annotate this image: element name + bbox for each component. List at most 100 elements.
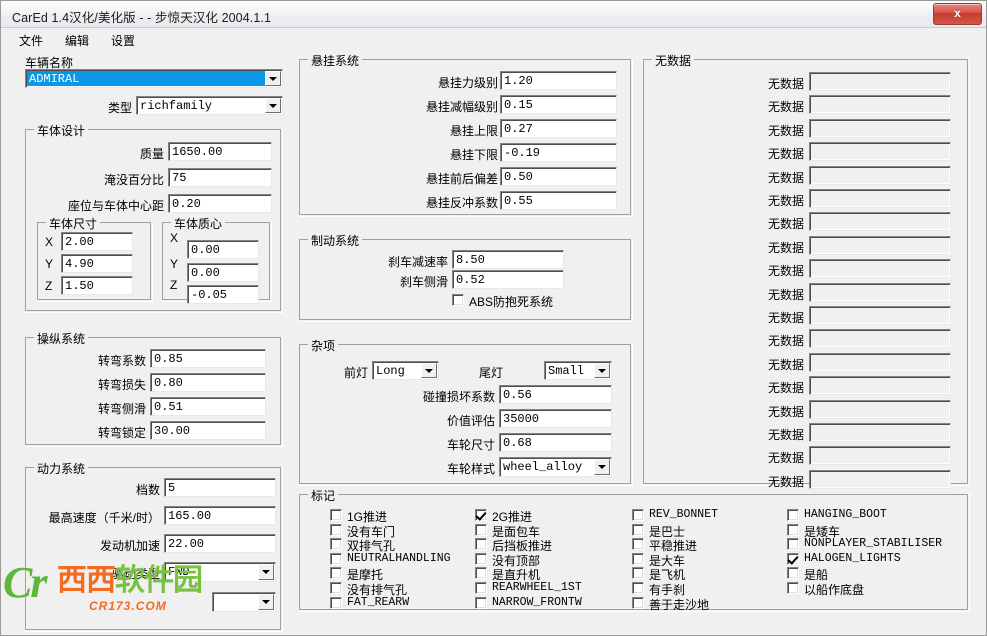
nodata-field-0[interactable]: [809, 72, 951, 91]
dim-y-field[interactable]: 4.90: [61, 254, 133, 273]
engine-accel-field[interactable]: 22.00: [164, 534, 276, 553]
checkbox-box[interactable]: [632, 582, 644, 594]
wheel-size-field[interactable]: 0.68: [499, 433, 612, 452]
brake-bias-field[interactable]: 0.52: [452, 270, 564, 289]
nodata-label-6: 无数据: [767, 217, 804, 232]
suspension-field-2[interactable]: 0.27: [500, 119, 617, 138]
rear-light-label: 尾灯: [478, 366, 503, 380]
checkbox-box[interactable]: [475, 538, 487, 551]
suspension-label-4: 悬挂前后偏差: [425, 172, 498, 186]
checkbox-box[interactable]: [475, 567, 487, 580]
com-z-field[interactable]: -0.05: [187, 285, 259, 304]
checkbox-box[interactable]: [787, 582, 799, 594]
nodata-label-2: 无数据: [767, 123, 804, 138]
checkbox-box[interactable]: [330, 552, 342, 565]
checkbox-box[interactable]: [475, 509, 487, 521]
com-y-field[interactable]: 0.00: [187, 263, 259, 282]
nodata-field-16[interactable]: [809, 446, 951, 466]
dim-x-field[interactable]: 2.00: [61, 232, 133, 251]
submerge-field[interactable]: 75: [168, 168, 272, 187]
suspension-field-5[interactable]: 0.55: [500, 191, 617, 210]
nodata-field-11[interactable]: [809, 329, 951, 349]
checkbox-box[interactable]: [632, 509, 644, 521]
suspension-field-0[interactable]: 1.20: [500, 71, 617, 90]
close-button[interactable]: x: [933, 3, 982, 25]
handling-field-2[interactable]: 0.51: [150, 397, 266, 416]
nodata-field-3[interactable]: [809, 142, 951, 162]
chevron-down-icon[interactable]: [594, 459, 610, 475]
nodata-field-8[interactable]: [809, 259, 951, 279]
checkbox-box[interactable]: [330, 596, 342, 609]
checkbox-box[interactable]: [330, 567, 342, 580]
wheel-style-combo[interactable]: wheel_alloy: [499, 457, 612, 477]
nodata-field-9[interactable]: [809, 282, 951, 302]
checkbox-box[interactable]: [330, 582, 342, 594]
nodata-field-10[interactable]: [809, 306, 951, 325]
checkbox-box[interactable]: [787, 523, 799, 536]
checkbox-box[interactable]: [330, 509, 342, 521]
nodata-field-7[interactable]: [809, 235, 951, 255]
checkbox-box[interactable]: [475, 552, 487, 565]
rear-light-combo[interactable]: Small: [544, 361, 612, 380]
nodata-field-5[interactable]: [809, 189, 951, 208]
nodata-field-17[interactable]: [809, 469, 951, 489]
brake-decel-field[interactable]: 8.50: [452, 250, 564, 269]
checkbox-box[interactable]: [787, 567, 799, 580]
drive-type-combo[interactable]: FWD: [164, 562, 276, 582]
chevron-down-icon[interactable]: [258, 594, 274, 610]
nodata-field-14[interactable]: [809, 399, 951, 419]
checkbox-box[interactable]: [632, 552, 644, 565]
seat-offset-field[interactable]: 0.20: [168, 194, 272, 213]
checkbox-box[interactable]: [787, 552, 799, 565]
mass-field[interactable]: 1650.00: [168, 142, 272, 161]
handling-field-0[interactable]: 0.85: [150, 349, 266, 368]
checkbox-box[interactable]: [475, 523, 487, 536]
handling-field-1[interactable]: 0.80: [150, 373, 266, 392]
checkbox-box[interactable]: [787, 538, 799, 551]
value-field[interactable]: 35000: [499, 409, 612, 428]
gears-field[interactable]: 5: [164, 478, 276, 497]
chevron-down-icon[interactable]: [594, 363, 610, 378]
dim-z-field[interactable]: 1.50: [61, 276, 133, 295]
checkbox-box[interactable]: [475, 596, 487, 609]
group-nodata-title: 无数据: [652, 52, 695, 69]
com-x-field[interactable]: 0.00: [187, 240, 259, 259]
chevron-down-icon[interactable]: [265, 98, 281, 113]
chevron-down-icon[interactable]: [265, 71, 281, 86]
nodata-field-15[interactable]: [809, 423, 951, 442]
vehicle-name-combo[interactable]: ADMIRAL: [25, 69, 283, 88]
suspension-field-1[interactable]: 0.15: [500, 95, 617, 114]
nodata-field-13[interactable]: [809, 376, 951, 396]
checkbox-box[interactable]: [632, 538, 644, 551]
nodata-field-1[interactable]: [809, 95, 951, 115]
checkbox-box[interactable]: [632, 596, 644, 609]
vehicle-type-combo[interactable]: richfamily: [136, 96, 283, 115]
flag-checkbox-label-2-0: REV_BONNET: [649, 508, 719, 521]
checkbox-box[interactable]: [632, 567, 644, 580]
nodata-field-6[interactable]: [809, 212, 951, 232]
checkbox-box[interactable]: [330, 523, 342, 536]
menu-item-settings[interactable]: 设置: [108, 32, 138, 49]
checkbox-box[interactable]: [475, 582, 487, 594]
nodata-label-11: 无数据: [767, 334, 804, 349]
powertrain-extra-combo[interactable]: [212, 592, 276, 612]
nodata-field-4[interactable]: [809, 165, 951, 185]
application-window: CarEd 1.4汉化/美化版 - - 步惊天汉化 2004.1.1 x 文件 …: [0, 0, 987, 636]
nodata-field-2[interactable]: [809, 118, 951, 138]
nodata-field-12[interactable]: [809, 352, 951, 372]
damage-field[interactable]: 0.56: [499, 385, 612, 404]
menu-item-file[interactable]: 文件: [16, 32, 46, 49]
checkbox-box[interactable]: [452, 294, 464, 306]
mass-label: 质量: [139, 147, 164, 161]
handling-field-3[interactable]: 30.00: [150, 421, 266, 440]
chevron-down-icon[interactable]: [258, 564, 274, 580]
checkbox-box[interactable]: [787, 509, 799, 521]
topspeed-field[interactable]: 165.00: [164, 506, 276, 525]
front-light-combo[interactable]: Long: [372, 361, 439, 380]
menu-item-edit[interactable]: 编辑: [62, 32, 92, 49]
suspension-field-4[interactable]: 0.50: [500, 167, 617, 186]
chevron-down-icon[interactable]: [421, 363, 437, 378]
suspension-field-3[interactable]: -0.19: [500, 143, 617, 162]
checkbox-box[interactable]: [632, 523, 644, 536]
checkbox-box[interactable]: [330, 538, 342, 551]
